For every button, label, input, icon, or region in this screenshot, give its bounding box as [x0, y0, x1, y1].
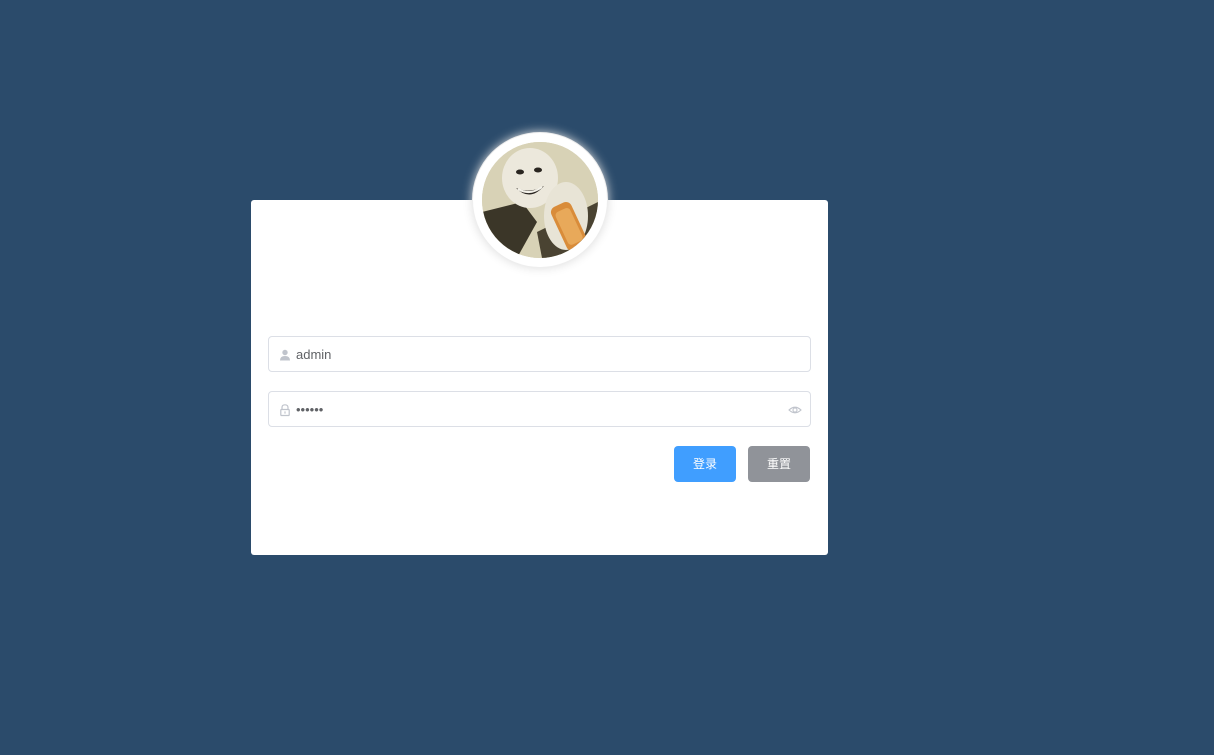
password-input[interactable] [296, 392, 776, 426]
login-button[interactable]: 登录 [674, 446, 736, 482]
lock-icon [278, 403, 292, 417]
avatar-image [482, 142, 598, 258]
password-field[interactable] [268, 391, 811, 427]
username-input[interactable] [296, 337, 776, 371]
avatar [482, 142, 598, 258]
eye-icon[interactable] [788, 403, 802, 417]
reset-button[interactable]: 重置 [748, 446, 810, 482]
user-icon [278, 348, 292, 362]
username-field[interactable] [268, 336, 811, 372]
